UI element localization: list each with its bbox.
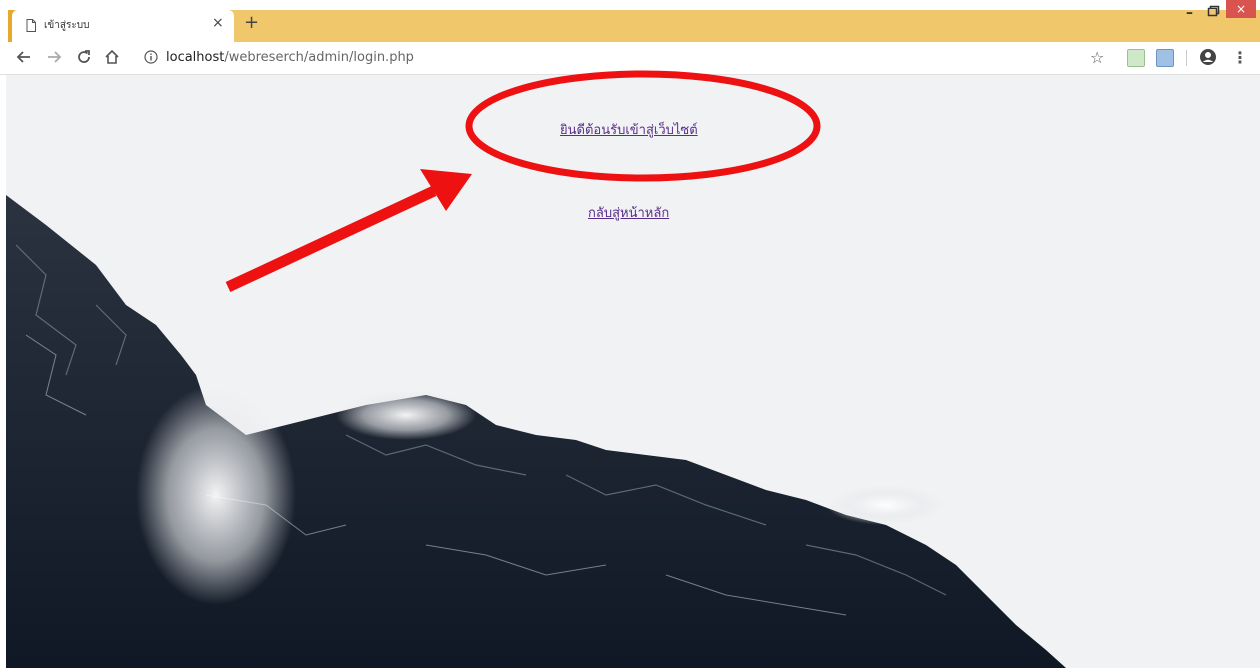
- minimize-button[interactable]: –: [1186, 5, 1193, 21]
- close-window-button[interactable]: ×: [1226, 0, 1256, 18]
- page-viewport: ยินดีต้อนรับเข้าสู่เว็บไซต์ กลับสู่หน้าห…: [6, 75, 1260, 668]
- toolbar-separator: [1186, 50, 1187, 66]
- tab-close-icon[interactable]: ×: [212, 15, 224, 31]
- url-text[interactable]: localhost/webreserch/admin/login.php: [166, 50, 414, 65]
- restore-button[interactable]: [1206, 4, 1220, 18]
- new-tab-button[interactable]: +: [244, 12, 259, 33]
- url-path: /webreserch/admin/login.php: [224, 50, 414, 65]
- browser-window: เข้าสู่ระบบ × + – × localhost/webreserch…: [0, 0, 1260, 668]
- reload-icon[interactable]: [76, 49, 92, 65]
- back-to-home-link[interactable]: กลับสู่หน้าหลัก: [588, 202, 669, 223]
- mountain-background-image: [6, 75, 1260, 668]
- star-icon[interactable]: ☆: [1090, 48, 1104, 67]
- info-icon[interactable]: [144, 50, 158, 64]
- account-icon[interactable]: [1199, 48, 1217, 66]
- tab-title: เข้าสู่ระบบ: [44, 20, 90, 31]
- kebab-menu-icon[interactable]: ⋮: [1232, 48, 1248, 67]
- welcome-link[interactable]: ยินดีต้อนรับเข้าสู่เว็บไซต์: [560, 119, 698, 140]
- extension-icon-2[interactable]: [1156, 49, 1174, 67]
- back-arrow-icon[interactable]: [16, 49, 32, 65]
- extension-icon[interactable]: [1127, 49, 1145, 67]
- page-icon: [26, 19, 36, 32]
- forward-arrow-icon[interactable]: [46, 49, 62, 65]
- url-host: localhost: [166, 50, 225, 65]
- home-icon[interactable]: [104, 49, 120, 65]
